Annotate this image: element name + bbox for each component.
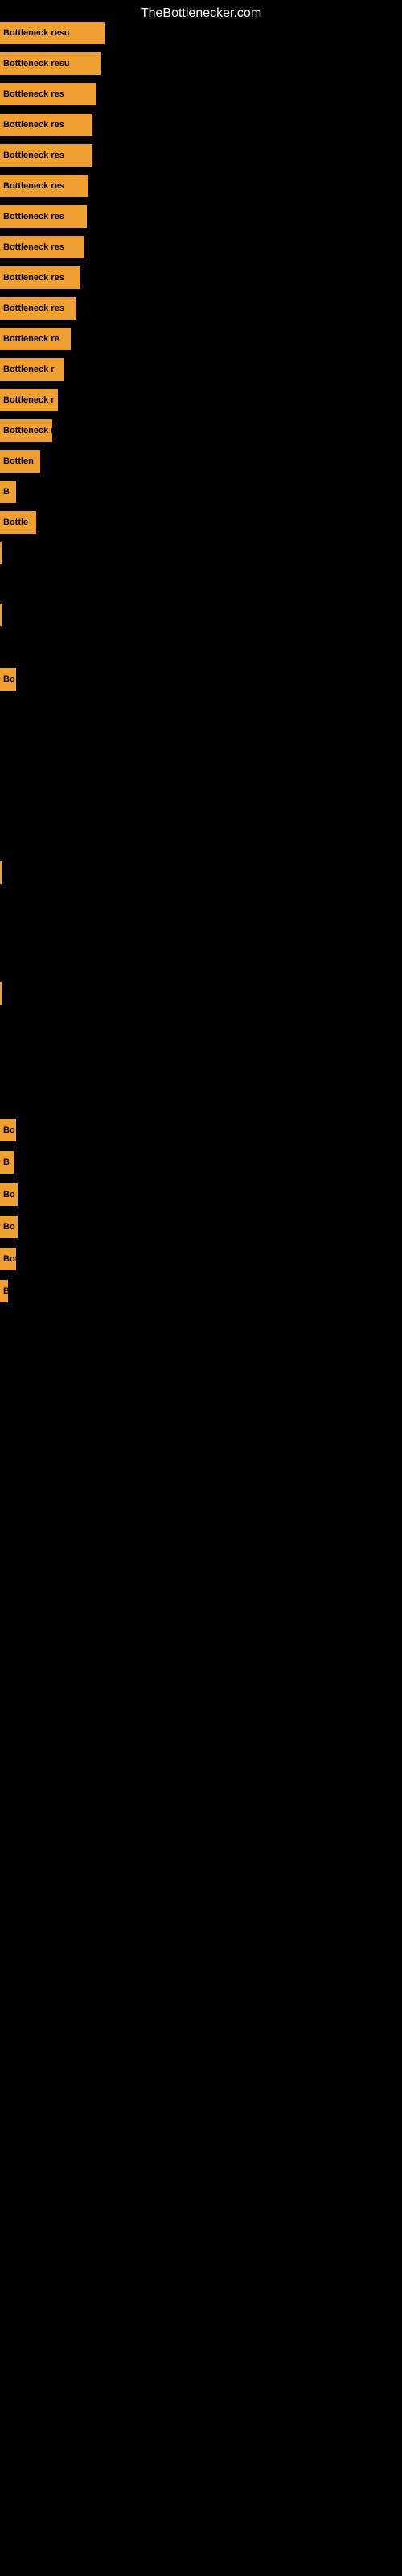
bottleneck-line-20 bbox=[0, 861, 2, 884]
bottleneck-bar-15: B bbox=[0, 481, 16, 503]
bottleneck-label-12: Bottleneck r bbox=[3, 395, 55, 405]
bottleneck-label-9: Bottleneck res bbox=[3, 303, 64, 313]
bottleneck-label-2: Bottleneck res bbox=[3, 89, 64, 99]
bottleneck-label-23: B bbox=[3, 1158, 10, 1167]
bottleneck-label-15: B bbox=[3, 487, 10, 497]
bottleneck-bar-24: Bo bbox=[0, 1183, 18, 1206]
bottleneck-bar-1: Bottleneck resu bbox=[0, 52, 100, 75]
bottleneck-label-27: B bbox=[3, 1286, 8, 1296]
bottleneck-bar-7: Bottleneck res bbox=[0, 236, 84, 258]
bottleneck-line-17 bbox=[0, 542, 2, 564]
bottleneck-label-11: Bottleneck r bbox=[3, 365, 55, 374]
bottleneck-bar-13: Bottleneck r bbox=[0, 419, 52, 442]
bottleneck-bar-5: Bottleneck res bbox=[0, 175, 88, 197]
bottleneck-label-22: Bo bbox=[3, 1125, 15, 1135]
bottleneck-bar-16: Bottle bbox=[0, 511, 36, 534]
bottleneck-bar-12: Bottleneck r bbox=[0, 389, 58, 411]
bottleneck-bar-23: B bbox=[0, 1151, 14, 1174]
bottleneck-bar-6: Bottleneck res bbox=[0, 205, 87, 228]
bottleneck-bar-25: Bo bbox=[0, 1216, 18, 1238]
bottleneck-label-24: Bo bbox=[3, 1190, 15, 1199]
bottleneck-bar-9: Bottleneck res bbox=[0, 297, 76, 320]
bottleneck-bar-8: Bottleneck res bbox=[0, 266, 80, 289]
bottleneck-label-16: Bottle bbox=[3, 518, 28, 527]
bottleneck-label-4: Bottleneck res bbox=[3, 151, 64, 160]
bottleneck-label-0: Bottleneck resu bbox=[3, 28, 70, 38]
bottleneck-bar-11: Bottleneck r bbox=[0, 358, 64, 381]
bottleneck-label-3: Bottleneck res bbox=[3, 120, 64, 130]
bottleneck-bar-2: Bottleneck res bbox=[0, 83, 96, 105]
bottleneck-label-14: Bottlen bbox=[3, 456, 34, 466]
bottleneck-label-25: Bo bbox=[3, 1222, 15, 1232]
bottleneck-line-21 bbox=[0, 982, 2, 1005]
bottleneck-line-18 bbox=[0, 604, 2, 626]
bottleneck-label-8: Bottleneck res bbox=[3, 273, 64, 283]
bottleneck-bar-10: Bottleneck re bbox=[0, 328, 71, 350]
bottleneck-bar-19: Bo bbox=[0, 668, 16, 691]
bottleneck-bar-4: Bottleneck res bbox=[0, 144, 92, 167]
bottleneck-label-7: Bottleneck res bbox=[3, 242, 64, 252]
bottleneck-bar-22: Bo bbox=[0, 1119, 16, 1141]
bottleneck-label-1: Bottleneck resu bbox=[3, 59, 70, 68]
bottleneck-label-13: Bottleneck r bbox=[3, 426, 52, 436]
bottleneck-bar-3: Bottleneck res bbox=[0, 114, 92, 136]
bottleneck-bar-26: Bott bbox=[0, 1248, 16, 1270]
bottleneck-bar-14: Bottlen bbox=[0, 450, 40, 473]
bottleneck-label-6: Bottleneck res bbox=[3, 212, 64, 221]
bottleneck-bar-0: Bottleneck resu bbox=[0, 22, 105, 44]
bottleneck-bar-27: B bbox=[0, 1280, 8, 1302]
bottleneck-label-10: Bottleneck re bbox=[3, 334, 59, 344]
bottleneck-label-26: Bott bbox=[3, 1254, 16, 1264]
bottleneck-label-19: Bo bbox=[3, 675, 15, 684]
bottleneck-label-5: Bottleneck res bbox=[3, 181, 64, 191]
